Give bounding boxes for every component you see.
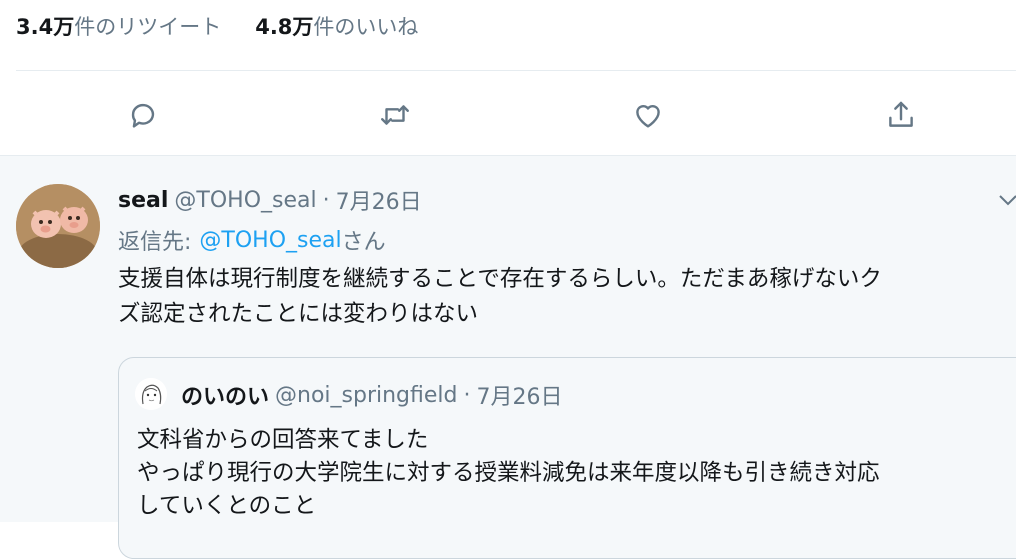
tweet-date[interactable]: 7月26日	[336, 184, 422, 216]
quoted-display-name: のいのい	[181, 385, 270, 410]
tweet-actions	[0, 92, 1016, 138]
engagement-stats: 3.4万 件のリツイート 4.8万 件のいいね	[16, 10, 452, 42]
retweet-button[interactable]	[372, 92, 418, 138]
reply-to-handle-link[interactable]: @TOHO_seal	[199, 228, 341, 253]
tweet-header: seal @TOHO_seal · 7月26日	[118, 183, 422, 217]
quoted-text-line: やっぱり現行の大学院生に対する授業料減免は来年度以降も引き続き対応	[137, 460, 880, 486]
reply-to-suffix: さん	[341, 230, 386, 255]
quoted-text-line: 文科省からの回答来てました	[137, 427, 429, 453]
retweet-label: 件のリツイート	[74, 15, 222, 39]
avatar[interactable]	[16, 184, 100, 268]
share-button[interactable]	[878, 92, 924, 138]
tweet-text-line: 支援自体は現行制度を継続することで存在するらしい。ただまあ稼げないク	[118, 266, 882, 292]
separator-dot: ·	[322, 187, 330, 213]
quoted-user-handle: @noi_springfield	[275, 382, 458, 408]
reply-to-prefix: 返信先:	[118, 230, 192, 255]
display-name[interactable]: seal	[118, 188, 168, 213]
reply-to-line: 返信先: @TOHO_seal さん	[118, 223, 386, 257]
like-icon	[636, 105, 660, 128]
like-button[interactable]	[625, 92, 671, 138]
avatar-image	[16, 184, 100, 268]
chevron-down-icon[interactable]	[996, 192, 1016, 208]
retweet-count: 3.4万	[16, 15, 75, 39]
like-count: 4.8万	[255, 15, 314, 39]
like-label: 件のいいね	[313, 15, 419, 39]
divider	[16, 70, 1016, 71]
like-stat[interactable]: 4.8万 件のいいね	[255, 11, 418, 41]
share-icon	[889, 101, 913, 127]
quoted-text-line: していくとのこと	[137, 493, 317, 519]
separator-dot: ·	[463, 382, 471, 408]
reply-icon	[131, 103, 155, 128]
tweet-text: 支援自体は現行制度を継続することで存在するらしい。ただまあ稼げないク ズ認定され…	[118, 262, 1016, 332]
retweet-stat[interactable]: 3.4万 件のリツイート	[16, 11, 221, 41]
tweet-text-line: ズ認定されたことには変わりはない	[118, 301, 479, 327]
reply-button[interactable]	[120, 92, 166, 138]
user-handle[interactable]: @TOHO_seal	[174, 188, 316, 213]
quoted-avatar-image	[135, 378, 167, 410]
quoted-tweet-text: 文科省からの回答来てました やっぱり現行の大学院生に対する授業料減免は来年度以降…	[137, 424, 1016, 523]
retweet-icon	[381, 105, 409, 125]
quoted-tweet-date: 7月26日	[476, 385, 563, 410]
quoted-tweet-header: のいのい @noi_springfield · 7月26日	[181, 378, 563, 412]
quoted-tweet-card[interactable]: のいのい @noi_springfield · 7月26日 文科省からの回答来て…	[118, 357, 1016, 559]
quoted-avatar	[135, 378, 167, 410]
